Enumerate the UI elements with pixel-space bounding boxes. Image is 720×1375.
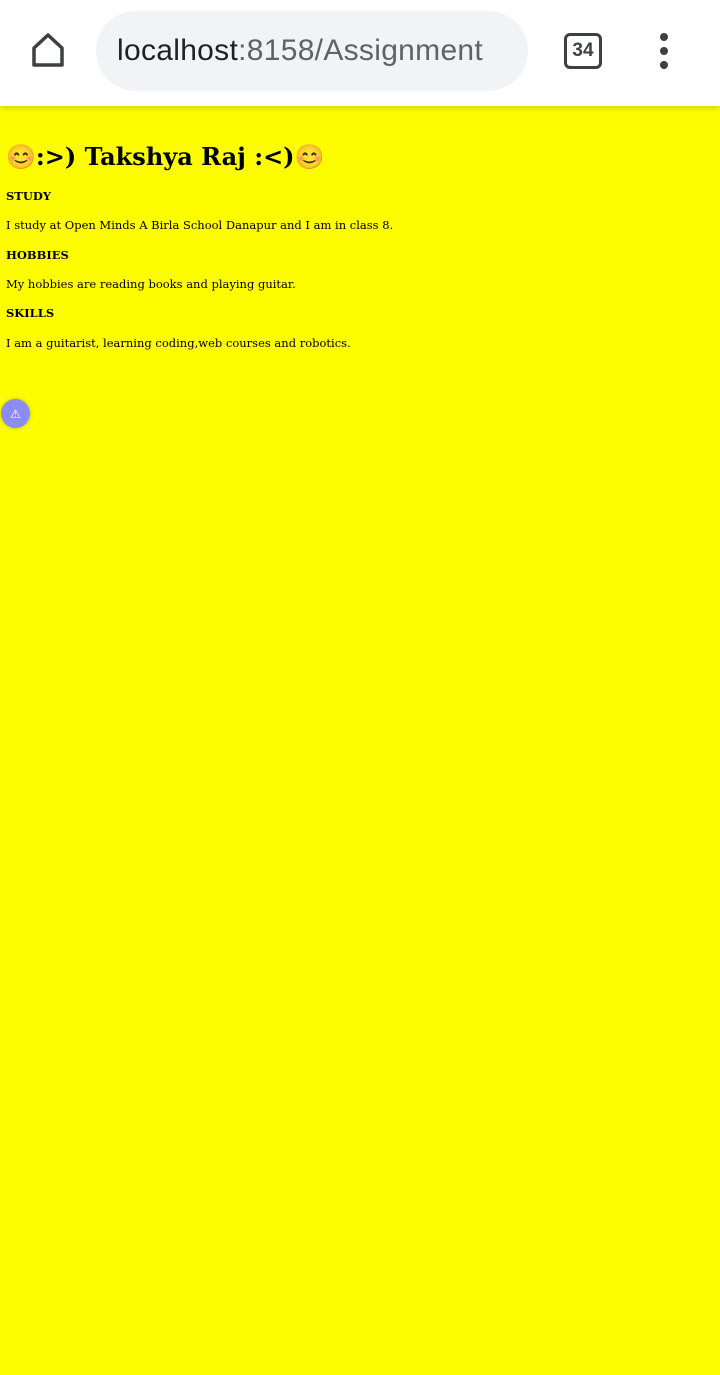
more-menu-button[interactable]	[644, 26, 684, 76]
home-icon	[32, 33, 64, 67]
section-heading-skills: SKILLS	[6, 306, 55, 320]
more-vert-icon-dot	[660, 33, 668, 41]
warning-badge[interactable]: ⚠	[1, 399, 30, 428]
section-text-study: I study at Open Minds A Birla School Dan…	[6, 218, 394, 232]
section-heading-study: STUDY	[6, 189, 52, 203]
tab-switcher-button[interactable]: 34	[562, 30, 604, 72]
more-vert-icon-dot	[660, 61, 668, 69]
home-button[interactable]	[22, 24, 74, 76]
more-vert-icon-dot	[660, 47, 668, 55]
tab-count-badge: 34	[564, 33, 602, 69]
browser-toolbar: localhost:8158/Assignment 34	[0, 0, 720, 106]
section-text-skills: I am a guitarist, learning coding,web co…	[6, 336, 351, 350]
page-title: 😊:>) Takshya Raj :<)😊	[6, 142, 325, 171]
section-heading-hobbies: HOBBIES	[6, 248, 69, 262]
url-path: :8158/Assignment	[238, 34, 484, 67]
warning-icon: ⚠	[10, 406, 21, 421]
url-host: localhost	[117, 34, 239, 67]
url-text[interactable]: localhost:8158/Assignment	[117, 11, 509, 91]
address-bar[interactable]: localhost:8158/Assignment	[96, 11, 528, 91]
section-text-hobbies: My hobbies are reading books and playing…	[6, 277, 296, 291]
